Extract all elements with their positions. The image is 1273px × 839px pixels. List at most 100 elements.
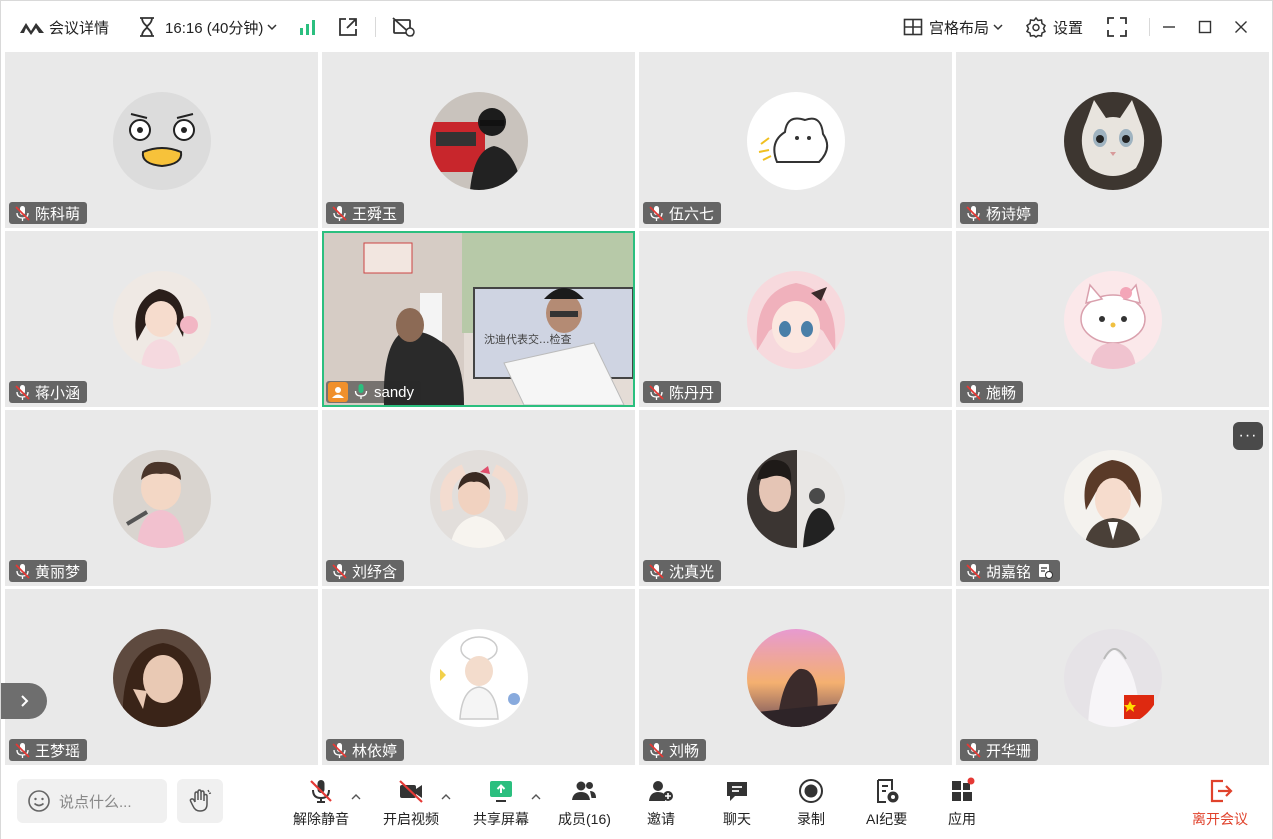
slide-text: 沈迪代表交...检查 bbox=[484, 332, 572, 346]
chat-placeholder: 说点什么... bbox=[59, 793, 132, 811]
fullscreen-icon[interactable] bbox=[1107, 17, 1127, 37]
record-button[interactable]: 录制 bbox=[797, 777, 825, 829]
participant-tile[interactable]: 黄丽梦 bbox=[5, 410, 318, 586]
invite-button[interactable]: 邀请 bbox=[647, 777, 675, 829]
participant-video-tile-active[interactable]: 沈迪代表交...检查 sandy bbox=[322, 231, 635, 407]
apps-label: 应用 bbox=[948, 811, 976, 827]
popout-icon[interactable] bbox=[337, 16, 359, 38]
camera-off-icon bbox=[399, 780, 423, 803]
duck-avatar bbox=[112, 92, 211, 190]
ai-minutes-label: AI纪要 bbox=[866, 811, 908, 827]
participant-name: 林依婷 bbox=[352, 742, 398, 760]
participant-name: 陈丹丹 bbox=[669, 384, 715, 402]
participant-name: 刘纾含 bbox=[352, 563, 398, 581]
network-signal-icon[interactable] bbox=[299, 18, 317, 36]
chat-button[interactable]: 聊天 bbox=[723, 777, 751, 829]
unmute-button[interactable]: 解除静音 bbox=[293, 777, 349, 829]
add-user-icon bbox=[649, 781, 673, 801]
participant-tile[interactable]: ··· 胡嘉铭 bbox=[956, 410, 1269, 586]
participant-tile[interactable]: 王梦瑶 bbox=[5, 589, 318, 765]
participant-tile[interactable]: 林依婷 bbox=[322, 589, 635, 765]
participant-name: 王梦瑶 bbox=[35, 742, 81, 760]
mic-muted-icon bbox=[966, 206, 981, 221]
notes-icon bbox=[1039, 564, 1054, 579]
screen-share-blocked-icon[interactable] bbox=[392, 16, 416, 38]
apps-button[interactable]: 应用 bbox=[948, 777, 976, 829]
participant-name-badge: 伍六七 bbox=[643, 202, 722, 224]
ai-notes-icon bbox=[876, 779, 899, 803]
participant-name-badge: 蒋小涵 bbox=[9, 381, 88, 403]
participant-name-badge: 王舜玉 bbox=[326, 202, 405, 224]
minimize-button[interactable] bbox=[1152, 12, 1186, 42]
title-bar: 会议详情 16:16 (40分钟) 宫格布局 设置 bbox=[1, 1, 1272, 53]
share-screen-icon bbox=[490, 781, 512, 802]
app-logo-icon bbox=[20, 23, 44, 35]
maximize-button[interactable] bbox=[1188, 12, 1222, 42]
ai-minutes-button[interactable]: AI纪要 bbox=[866, 777, 907, 829]
layout-label: 宫格布局 bbox=[928, 19, 989, 37]
participant-name: 沈真光 bbox=[669, 563, 715, 581]
participant-tile[interactable]: 陈科萌 bbox=[5, 52, 318, 228]
meeting-window: 会议详情 16:16 (40分钟) 宫格布局 设置 陈科萌 王舜玉 伍六七 杨诗… bbox=[0, 0, 1273, 839]
mic-muted-icon bbox=[15, 206, 30, 221]
raise-hand-button[interactable] bbox=[177, 779, 223, 823]
cat-avatar bbox=[1063, 92, 1162, 190]
participant-tile[interactable]: 蒋小涵 bbox=[5, 231, 318, 407]
participant-name: 刘畅 bbox=[669, 742, 700, 760]
meeting-time: 16:16 (40分钟) bbox=[165, 19, 264, 37]
grid-layout-icon bbox=[903, 18, 923, 36]
start-video-button[interactable]: 开启视频 bbox=[383, 777, 439, 829]
chevron-up-icon[interactable] bbox=[441, 793, 451, 801]
chevron-down-icon bbox=[267, 24, 277, 31]
mic-active-icon bbox=[354, 384, 368, 399]
chevron-right-icon bbox=[21, 695, 29, 707]
participant-name-badge: 陈科萌 bbox=[9, 202, 88, 224]
divider bbox=[1149, 18, 1150, 36]
participant-tile[interactable]: 陈丹丹 bbox=[639, 231, 952, 407]
participant-name-badge: 刘畅 bbox=[643, 739, 707, 761]
minimize-icon bbox=[1163, 26, 1175, 28]
more-options-button[interactable]: ··· bbox=[1233, 422, 1263, 450]
mic-muted-icon bbox=[332, 206, 347, 221]
members-icon bbox=[572, 781, 597, 800]
mic-muted-icon bbox=[15, 385, 30, 400]
mic-muted-icon bbox=[15, 743, 30, 758]
mic-muted-icon bbox=[649, 743, 664, 758]
hourglass-icon bbox=[140, 17, 155, 37]
participant-tile[interactable]: 刘畅 bbox=[639, 589, 952, 765]
participant-tile[interactable]: 伍六七 bbox=[639, 52, 952, 228]
participant-name-badge: 林依婷 bbox=[326, 739, 405, 761]
participant-name: 开华珊 bbox=[986, 742, 1032, 760]
meeting-time-dropdown[interactable]: 16:16 (40分钟) bbox=[109, 1, 277, 53]
participant-name-badge: 施畅 bbox=[960, 381, 1024, 403]
participant-name: sandy bbox=[374, 383, 415, 401]
chef-avatar bbox=[429, 629, 528, 727]
participant-tile[interactable]: 开华珊 bbox=[956, 589, 1269, 765]
title-bar-right: 宫格布局 设置 bbox=[903, 1, 1272, 53]
participant-name: 杨诗婷 bbox=[986, 205, 1032, 223]
quick-chat-input[interactable]: 说点什么... bbox=[17, 779, 167, 823]
participant-tile[interactable]: 施畅 bbox=[956, 231, 1269, 407]
expand-sidebar-button[interactable] bbox=[1, 683, 47, 719]
share-screen-label: 共享屏幕 bbox=[473, 811, 529, 827]
chevron-up-icon[interactable] bbox=[531, 793, 541, 801]
participant-tile[interactable]: 刘纾含 bbox=[322, 410, 635, 586]
mic-muted-icon bbox=[310, 780, 332, 803]
participant-tile[interactable]: 杨诗婷 bbox=[956, 52, 1269, 228]
participant-name-badge: 开华珊 bbox=[960, 739, 1039, 761]
participant-name: 陈科萌 bbox=[35, 205, 81, 223]
settings-button[interactable]: 设置 bbox=[1003, 1, 1083, 53]
share-screen-button[interactable]: 共享屏幕 bbox=[473, 777, 529, 829]
record-icon bbox=[799, 779, 823, 803]
close-button[interactable] bbox=[1224, 12, 1258, 42]
layout-dropdown[interactable]: 宫格布局 bbox=[903, 1, 1003, 53]
participant-name-badge: 沈真光 bbox=[643, 560, 722, 582]
participant-tile[interactable]: 沈真光 bbox=[639, 410, 952, 586]
sunset-avatar bbox=[746, 629, 845, 727]
start-video-label: 开启视频 bbox=[383, 811, 439, 827]
chevron-up-icon[interactable] bbox=[351, 793, 361, 801]
meeting-detail-button[interactable]: 会议详情 bbox=[1, 1, 109, 53]
members-button[interactable]: 成员(16) bbox=[558, 777, 611, 829]
participant-tile[interactable]: 王舜玉 bbox=[322, 52, 635, 228]
leave-meeting-button[interactable]: 离开会议 bbox=[1192, 777, 1248, 829]
